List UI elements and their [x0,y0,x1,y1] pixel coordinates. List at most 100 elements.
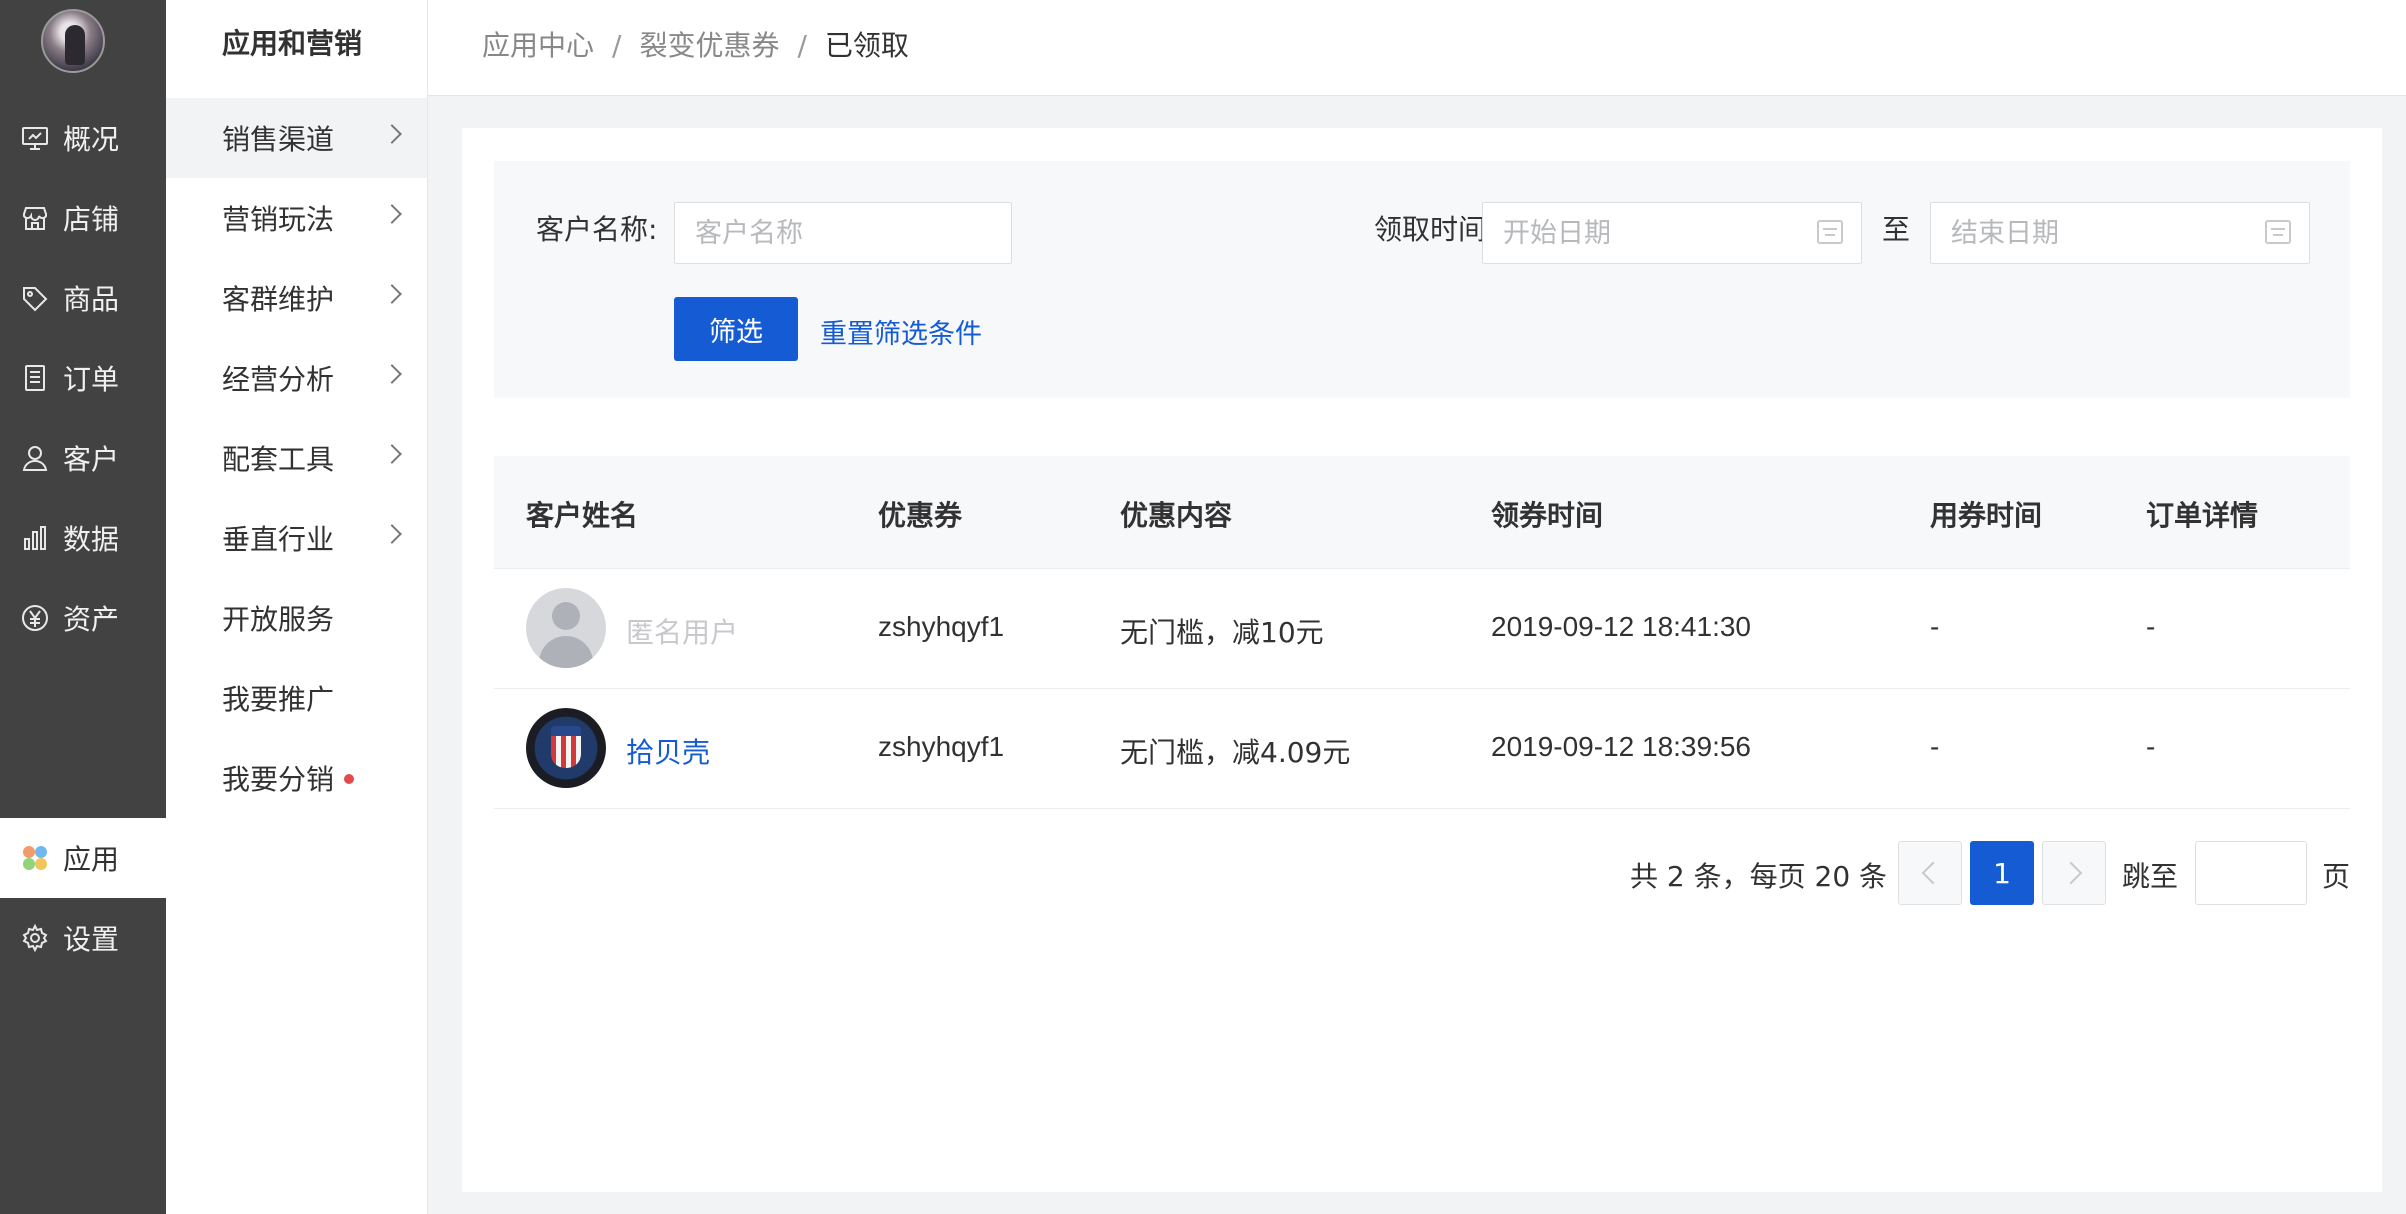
chevron-left-icon [1921,861,1945,885]
primary-sidebar: 概况 店铺 商品 订单 客户 数据 资产 应用 设置 [0,0,166,1214]
chevron-right-icon [382,124,402,144]
tag-icon [19,282,51,314]
chevron-right-icon [2059,861,2083,885]
reset-filters-link[interactable]: 重置筛选条件 [820,312,982,351]
use-time: - [1930,731,1940,762]
apps-icon [19,842,51,874]
prev-page-button[interactable] [1898,841,1962,905]
coupon-table: 客户姓名 优惠券 优惠内容 领券时间 用券时间 订单详情 匿名用户 zshyhq… [494,456,2350,809]
order-detail: - [2146,611,2156,642]
breadcrumb-app-center[interactable]: 应用中心 [482,29,594,62]
filter-panel: 客户名称: 领取时间: 至 筛选 重置筛选条件 [494,161,2350,398]
subnav-label: 营销玩法 [222,203,335,236]
gear-icon [19,922,51,954]
default-avatar-icon [526,588,606,668]
subnav-open-services[interactable]: 开放服务 [166,578,427,658]
nav-item-label: 资产 [63,603,120,636]
nav-item-label: 设置 [63,923,120,956]
customer-name-input[interactable] [674,202,1012,264]
nav-item-apps[interactable]: 应用 [0,818,166,898]
main-card: 客户名称: 领取时间: 至 筛选 重置筛选条件 客户姓名 优惠券 优惠内容 领券… [462,128,2382,1192]
receive-time-label: 领取时间: [1374,213,1496,246]
column-header-coupon: 优惠券 [878,499,963,532]
breadcrumb-separator: / [612,29,622,62]
subnav-distribution[interactable]: 我要分销 [166,738,427,818]
page-header: 应用中心 / 裂变优惠券 / 已领取 [428,0,2406,96]
start-date-input[interactable] [1482,202,1862,264]
coupon-content: 无门槛，减4.09元 [1120,736,1351,769]
subnav-industries[interactable]: 垂直行业 [166,498,427,578]
table-row: 拾贝壳 zshyhqyf1 无门槛，减4.09元 2019-09-12 18:3… [494,689,2350,809]
subnav-label: 销售渠道 [222,123,335,156]
filter-button[interactable]: 筛选 [674,297,798,361]
yuan-icon [19,602,51,634]
subnav-label: 我要分销 [222,763,335,796]
customer-name-link[interactable]: 拾贝壳 [626,731,710,771]
page-suffix-label: 页 [2322,860,2351,893]
subnav-label: 客群维护 [222,283,335,316]
nav-item-goods[interactable]: 商品 [0,258,166,338]
chevron-right-icon [382,364,402,384]
column-header-use-time: 用券时间 [1930,499,2043,532]
breadcrumb-fission-coupon[interactable]: 裂变优惠券 [639,29,779,62]
subnav-marketing[interactable]: 营销玩法 [166,178,427,258]
nav-item-label: 应用 [63,843,120,876]
subnav-analytics[interactable]: 经营分析 [166,338,427,418]
use-time: - [1930,611,1940,642]
nav-item-label: 店铺 [63,203,120,236]
breadcrumb: 应用中心 / 裂变优惠券 / 已领取 [482,24,909,64]
chevron-right-icon [382,444,402,464]
coupon-code: zshyhqyf1 [878,611,1005,642]
user-icon [19,442,51,474]
column-header-customer: 客户姓名 [526,499,639,532]
subnav-promote[interactable]: 我要推广 [166,658,427,738]
end-date-input[interactable] [1930,202,2310,264]
subnav-tools[interactable]: 配套工具 [166,418,427,498]
table-row: 匿名用户 zshyhqyf1 无门槛，减10元 2019-09-12 18:41… [494,569,2350,689]
customer-name-label: 客户名称: [536,213,658,246]
pagination-summary: 共 2 条，每页 20 条 [1630,860,1888,893]
subnav-sales-channels[interactable]: 销售渠道 [166,98,427,178]
table-header: 客户姓名 优惠券 优惠内容 领券时间 用券时间 订单详情 [494,456,2350,569]
breadcrumb-separator: / [797,29,807,62]
nav-item-assets[interactable]: 资产 [0,578,166,658]
column-header-receive-time: 领券时间 [1491,499,1604,532]
coupon-code: zshyhqyf1 [878,731,1005,762]
subnav-label: 我要推广 [222,683,335,716]
date-range-separator: 至 [1882,213,1911,246]
nav-item-customers[interactable]: 客户 [0,418,166,498]
subnav-label: 经营分析 [222,363,335,396]
subnav-label: 垂直行业 [222,523,335,556]
nav-item-label: 订单 [63,363,120,396]
store-icon [19,202,51,234]
coupon-content: 无门槛，减10元 [1120,616,1324,649]
dashboard-icon [19,122,51,154]
subnav-customer-groups[interactable]: 客群维护 [166,258,427,338]
calendar-icon [1817,220,1843,244]
nav-item-orders[interactable]: 订单 [0,338,166,418]
receive-time: 2019-09-12 18:41:30 [1491,611,1751,642]
notification-dot [344,774,355,784]
receive-time: 2019-09-12 18:39:56 [1491,731,1751,762]
subnav-label: 开放服务 [222,603,335,636]
nav-item-label: 概况 [63,123,120,156]
next-page-button[interactable] [2042,841,2106,905]
shop-avatar[interactable] [41,9,105,73]
customer-name: 匿名用户 [626,616,739,649]
nav-item-data[interactable]: 数据 [0,498,166,578]
nav-item-store[interactable]: 店铺 [0,178,166,258]
nav-item-label: 数据 [63,523,120,556]
page-button-current[interactable]: 1 [1970,841,2034,905]
nav-item-overview[interactable]: 概况 [0,98,166,178]
secondary-sidebar: 应用和营销 销售渠道 营销玩法 客群维护 经营分析 配套工具 垂直行业 开放服务… [166,0,428,1214]
subnav-label: 配套工具 [222,443,335,476]
nav-item-settings[interactable]: 设置 [0,898,166,978]
chevron-right-icon [382,524,402,544]
customer-avatar [526,708,606,788]
nav-item-label: 客户 [63,443,120,476]
secondary-sidebar-title: 应用和营销 [222,27,363,60]
calendar-icon [2265,220,2291,244]
breadcrumb-current: 已领取 [824,29,909,62]
column-header-order-detail: 订单详情 [2146,499,2259,532]
jump-page-input[interactable] [2195,841,2307,905]
